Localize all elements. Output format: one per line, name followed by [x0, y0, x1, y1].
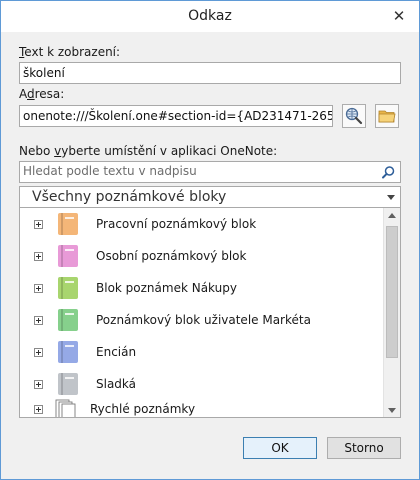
notebook-tree: Pracovní poznámkový blok Osobní poznámko… [19, 208, 401, 418]
expand-icon[interactable] [34, 284, 43, 293]
notebook-label: Pracovní poznámkový blok [96, 217, 257, 231]
notebook-icon [58, 245, 78, 267]
browse-web-button[interactable] [342, 104, 366, 128]
notebook-label: Blok poznámek Nákupy [96, 281, 237, 295]
browse-web-icon [345, 107, 363, 125]
notebook-icon [58, 213, 78, 235]
scrollbar-thumb[interactable] [386, 226, 398, 358]
notebook-row-pracovni[interactable]: Pracovní poznámkový blok [20, 209, 382, 241]
notebook-filter-value: Všechny poznámkové bloky [32, 189, 227, 205]
ok-button[interactable]: OK [243, 437, 317, 459]
notebook-row-nakupy[interactable]: Blok poznámek Nákupy [20, 273, 382, 305]
address-input[interactable]: onenote:///Školení.one#section-id={AD231… [19, 105, 333, 127]
notebook-row-sladka[interactable]: Sladká [20, 369, 382, 401]
search-placeholder: Hledat podle textu v nadpisu [23, 164, 197, 178]
notebook-label: Poznámkový blok uživatele Markéta [96, 313, 311, 327]
onenote-label-before: Nebo [19, 144, 55, 158]
close-button[interactable]: ✕ [389, 7, 409, 25]
notebook-label: Sladká [96, 377, 137, 391]
notebook-label: Rychlé poznámky [90, 402, 196, 416]
address-label-after: resa: [34, 87, 65, 101]
notebook-row-encian[interactable]: Encián [20, 337, 382, 369]
quick-notes-icon [55, 399, 76, 417]
notebook-label: Encián [96, 345, 137, 359]
notebook-icon [58, 341, 78, 363]
expand-icon[interactable] [34, 220, 43, 229]
cancel-button[interactable]: Storno [327, 437, 401, 459]
search-icon[interactable] [381, 165, 396, 180]
expand-icon[interactable] [34, 380, 43, 389]
link-dialog: Odkaz ✕ Text k zobrazení: školení Adresa… [0, 0, 420, 480]
dialog-title: Odkaz [188, 8, 232, 24]
address-label: Adresa: [19, 87, 64, 101]
notebook-row-osobni[interactable]: Osobní poznámkový blok [20, 241, 382, 273]
expand-icon[interactable] [34, 405, 43, 414]
notebook-tree-scrollbar[interactable] [383, 208, 400, 417]
folder-icon [378, 110, 396, 123]
chevron-down-icon[interactable] [387, 195, 395, 200]
display-text-label: Text k zobrazení: [19, 45, 120, 59]
notebook-filter-dropdown[interactable]: Všechny poznámkové bloky [19, 186, 401, 208]
onenote-location-label: Nebo vyberte umístění v aplikaci OneNote… [19, 144, 277, 158]
display-text-input[interactable]: školení [19, 62, 401, 84]
title-bar: Odkaz ✕ [1, 1, 419, 32]
scroll-down-arrow-icon[interactable] [388, 408, 396, 413]
expand-icon[interactable] [34, 316, 43, 325]
notebook-icon [58, 277, 78, 299]
expand-icon[interactable] [34, 252, 43, 261]
onenote-label-after: yberte umístění v aplikaci OneNote: [61, 144, 278, 158]
address-label-before: A [19, 87, 27, 101]
display-text-label-rest: ext k zobrazení: [24, 45, 121, 59]
notebook-label: Osobní poznámkový blok [96, 249, 247, 263]
notebook-icon [58, 309, 78, 331]
notebook-row-quick-notes[interactable]: Rychlé poznámky [20, 398, 382, 417]
notebook-search-input[interactable]: Hledat podle textu v nadpisu [19, 161, 401, 183]
notebook-row-marketa[interactable]: Poznámkový blok uživatele Markéta [20, 305, 382, 337]
scroll-up-arrow-icon[interactable] [388, 213, 396, 218]
notebook-icon [58, 373, 78, 395]
expand-icon[interactable] [34, 348, 43, 357]
browse-file-button[interactable] [375, 104, 399, 128]
address-label-hotkey: d [27, 87, 35, 101]
